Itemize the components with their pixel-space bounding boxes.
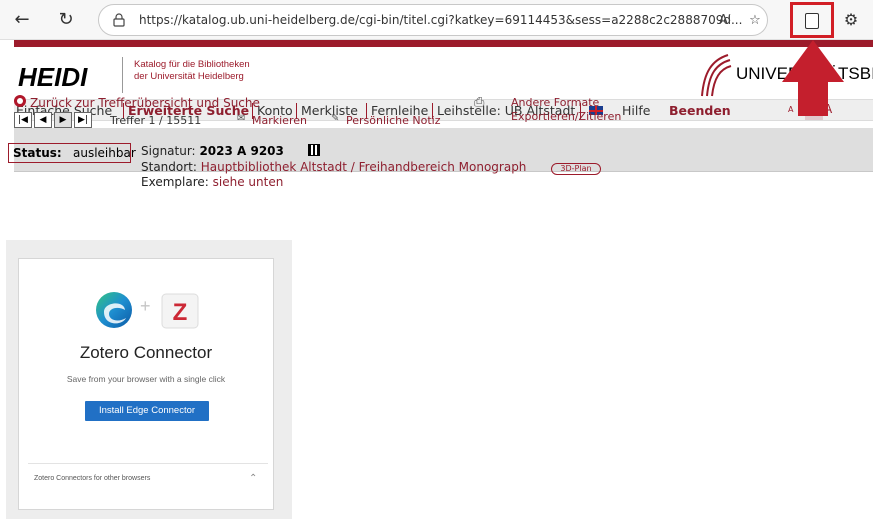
copies-row: Exemplare: siehe unten bbox=[141, 175, 283, 189]
mark-link[interactable]: Markieren bbox=[252, 114, 307, 127]
svg-text:Z: Z bbox=[173, 299, 188, 326]
prev-page-button[interactable]: ◀ bbox=[34, 112, 52, 128]
lock-icon bbox=[113, 13, 125, 27]
qr-code-icon[interactable] bbox=[308, 144, 320, 156]
first-page-button[interactable]: |◀ bbox=[14, 112, 32, 128]
address-bar[interactable]: https://katalog.ub.uni-heidelberg.de/cgi… bbox=[98, 4, 768, 36]
location-link[interactable]: Hauptbibliothek Altstadt / Freihandberei… bbox=[201, 160, 527, 174]
popup-divider bbox=[28, 463, 268, 464]
university-logo[interactable] bbox=[698, 52, 732, 98]
export-cite-link[interactable]: Exportieren/Zitieren bbox=[511, 110, 621, 123]
printer-icon[interactable]: ⎙ bbox=[474, 96, 488, 109]
pencil-icon: ✎ bbox=[331, 113, 340, 124]
back-arrow-icon[interactable] bbox=[14, 95, 26, 107]
other-browsers-link[interactable]: Zotero Connectors for other browsers bbox=[34, 475, 150, 482]
signature-value: 2023 A 9203 bbox=[199, 144, 284, 158]
edge-logo-icon bbox=[96, 292, 132, 328]
back-arrow-icon[interactable]: ← bbox=[10, 8, 34, 32]
nav-help[interactable]: Hilfe bbox=[622, 103, 650, 118]
next-page-button[interactable]: ▶ bbox=[54, 112, 72, 128]
status-value: ausleihbar bbox=[73, 146, 136, 160]
chevron-up-icon[interactable]: ⌃ bbox=[249, 474, 259, 484]
heidi-logo[interactable]: HEIDI bbox=[18, 62, 87, 93]
pointer-arrow-icon bbox=[782, 40, 844, 116]
document-icon bbox=[805, 13, 819, 29]
signature-label: Signatur: bbox=[141, 144, 196, 158]
read-aloud-icon[interactable]: A⁽ bbox=[715, 11, 735, 31]
signature-row: Signatur: 2023 A 9203 bbox=[141, 144, 284, 158]
reload-icon[interactable]: ↻ bbox=[54, 8, 78, 32]
copies-label: Exemplare: bbox=[141, 175, 209, 189]
header-strip bbox=[14, 40, 873, 47]
url-text: https://katalog.ub.uni-heidelberg.de/cgi… bbox=[139, 13, 743, 27]
status-label: Status: bbox=[13, 146, 62, 160]
last-page-button[interactable]: ▶| bbox=[74, 112, 92, 128]
extensions-icon[interactable]: ⚙ bbox=[838, 8, 864, 32]
back-to-results-link[interactable]: Zurück zur Trefferübersicht und Suche bbox=[30, 96, 260, 110]
zotero-toolbar-button[interactable] bbox=[790, 2, 834, 38]
star-icon[interactable]: ☆ bbox=[745, 11, 765, 31]
copies-link[interactable]: siehe unten bbox=[213, 175, 284, 189]
logo-divider bbox=[122, 57, 123, 93]
location-label: Standort: bbox=[141, 160, 197, 174]
catalog-tagline-1: Katalog für die Bibliotheken bbox=[134, 59, 250, 70]
zotero-title: Zotero Connector bbox=[79, 343, 213, 362]
nav-logout[interactable]: Beenden bbox=[669, 103, 731, 118]
location-row: Standort: Hauptbibliothek Altstadt / Fre… bbox=[141, 160, 526, 174]
catalog-tagline-2: der Universität Heidelberg bbox=[134, 71, 244, 82]
status-badge: Status: ausleihbar bbox=[8, 143, 136, 163]
3d-plan-button[interactable]: 3D-Plan bbox=[551, 163, 601, 175]
personal-note-link[interactable]: Persönliche Notiz bbox=[346, 114, 440, 127]
page-viewport: HEIDI Katalog für die Bibliotheken der U… bbox=[14, 40, 873, 240]
hit-counter: Treffer 1 / 15511 bbox=[110, 114, 202, 127]
browser-toolbar: ← ↻ https://katalog.ub.uni-heidelberg.de… bbox=[0, 0, 873, 40]
plus-icon: + bbox=[140, 296, 151, 316]
zotero-subtitle: Save from your browser with a single cli… bbox=[66, 374, 226, 384]
mark-icon: ✉ bbox=[237, 113, 246, 124]
zotero-logo-icon: Z bbox=[161, 293, 199, 329]
install-edge-connector-button[interactable]: Install Edge Connector bbox=[85, 401, 209, 421]
other-formats-link[interactable]: Andere Formate bbox=[511, 96, 599, 109]
